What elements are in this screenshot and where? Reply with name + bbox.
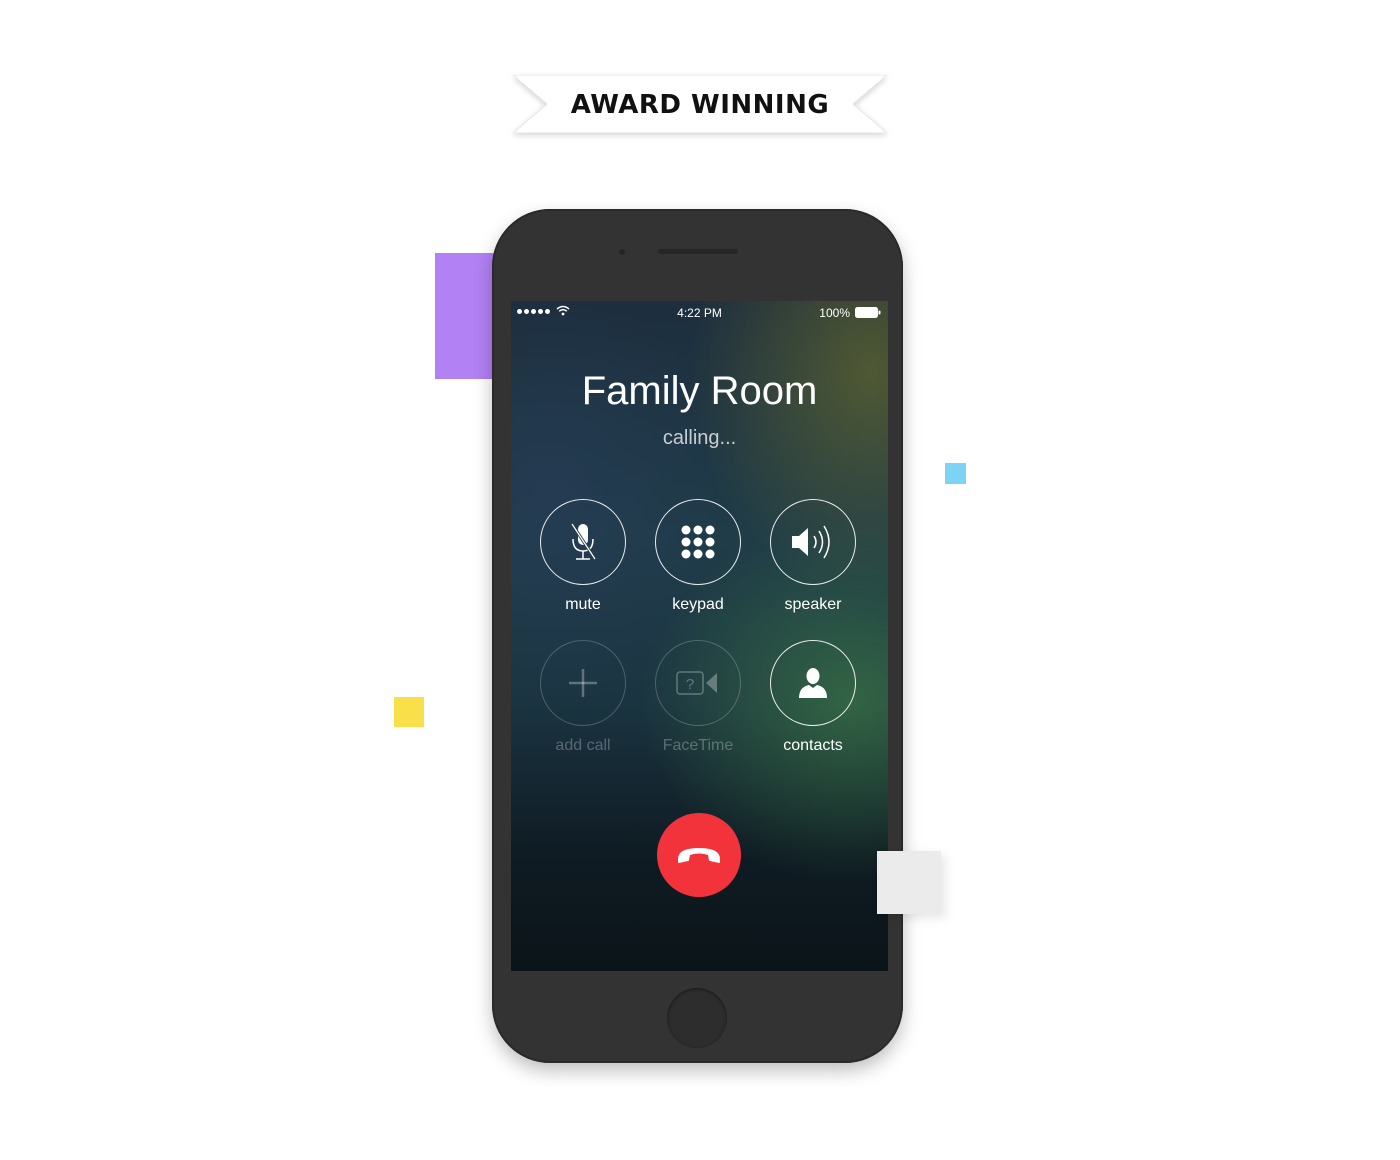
earpiece-speaker bbox=[658, 249, 738, 254]
mute-button[interactable] bbox=[540, 499, 626, 585]
decorative-yellow-square bbox=[394, 697, 424, 727]
decorative-gray-square bbox=[877, 851, 941, 914]
hang-up-icon bbox=[678, 848, 720, 863]
svg-text:?: ? bbox=[686, 676, 694, 693]
plus-icon bbox=[569, 669, 597, 697]
keypad-button[interactable] bbox=[655, 499, 741, 585]
call-screen: 4:22 PM 100% Family Room calling... mute… bbox=[511, 301, 888, 971]
decorative-purple-block bbox=[435, 253, 495, 379]
keypad-icon bbox=[681, 525, 715, 559]
home-button[interactable] bbox=[667, 988, 727, 1048]
speaker-icon bbox=[792, 525, 830, 559]
microphone-muted-icon bbox=[570, 523, 597, 560]
battery-full-icon bbox=[855, 307, 881, 318]
end-call-button[interactable] bbox=[657, 813, 741, 897]
phone-device: 4:22 PM 100% Family Room calling... mute… bbox=[492, 209, 903, 1063]
status-bar: 4:22 PM 100% bbox=[511, 301, 888, 323]
facetime-label: FaceTime bbox=[662, 737, 734, 754]
award-ribbon-banner: AWARD WINNING bbox=[513, 75, 887, 133]
contacts-label: contacts bbox=[783, 737, 843, 754]
add-call-button[interactable] bbox=[540, 640, 626, 726]
mute-label: mute bbox=[565, 596, 601, 613]
battery-percentage: 100% bbox=[819, 306, 850, 320]
award-banner-text: AWARD WINNING bbox=[570, 90, 830, 120]
keypad-label: keypad bbox=[672, 596, 724, 613]
facetime-button[interactable]: ? bbox=[655, 640, 741, 726]
page: AWARD WINNING 4:22 PM 100% Family Room c… bbox=[0, 0, 1400, 1160]
call-status: calling... bbox=[662, 427, 737, 449]
facetime-icon: ? bbox=[676, 671, 717, 695]
contact-person-icon bbox=[799, 668, 827, 698]
speaker-button[interactable] bbox=[770, 499, 856, 585]
decorative-blue-square bbox=[945, 463, 966, 484]
speaker-label: speaker bbox=[784, 596, 842, 613]
add-call-label: add call bbox=[555, 737, 611, 754]
front-camera bbox=[619, 249, 625, 255]
caller-name: Family Room bbox=[581, 369, 818, 413]
contacts-button[interactable] bbox=[770, 640, 856, 726]
